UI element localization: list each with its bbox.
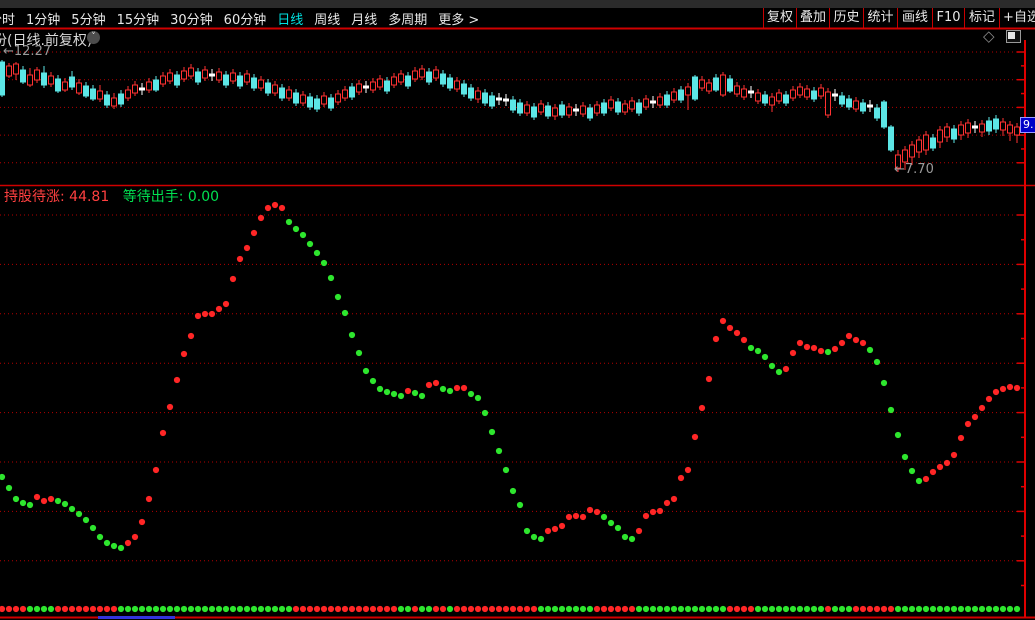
current-price-badge: 9. <box>1020 117 1035 133</box>
candles-and-indicator-svg[interactable] <box>0 0 1035 620</box>
low-price-label: ←7.70 <box>894 162 934 177</box>
maximize-panel-icon[interactable] <box>1006 30 1021 43</box>
indicator-wait-value: 等待出手: 0.00 <box>123 189 219 205</box>
indicator-hold-value: 持股待涨: 44.81 <box>4 189 109 205</box>
indicator-header: 持股待涨: 44.81 等待出手: 0.00 <box>4 186 219 206</box>
high-price-label: ←12.27 <box>3 44 51 59</box>
chevron-down-icon[interactable]: ˅ <box>87 31 100 44</box>
app-window: 分时1分钟5分钟15分钟30分钟60分钟日线周线月线多周期更多 > 复权叠加历史… <box>0 0 1035 620</box>
diamond-icon[interactable]: ◇ <box>983 27 995 45</box>
